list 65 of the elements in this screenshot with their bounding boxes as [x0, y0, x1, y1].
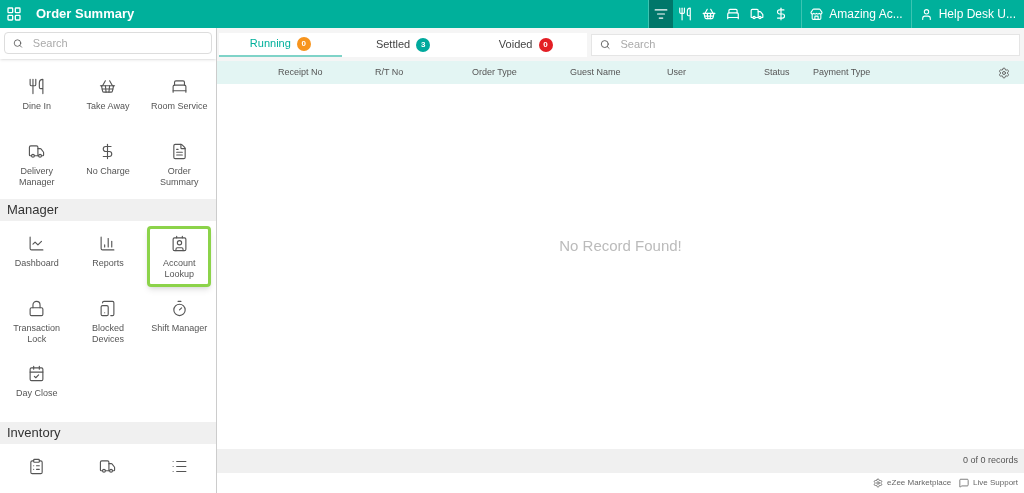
search-icon	[13, 37, 23, 49]
search-field[interactable]: Search	[620, 36, 1011, 53]
menu-tile[interactable]: Account Lookup	[147, 226, 212, 287]
fork-knife-icon	[28, 78, 46, 95]
menu-tile[interactable]: Reports	[76, 226, 140, 276]
bed-icon	[170, 78, 188, 95]
column-header: Order Type	[472, 65, 518, 79]
line-chart-icon	[28, 235, 46, 252]
truck-icon	[28, 143, 46, 160]
page-title: Order Summary	[36, 5, 135, 24]
section-header: Inventory	[0, 422, 216, 444]
apps-grid-icon[interactable]	[6, 6, 22, 22]
device-icon	[99, 300, 117, 317]
column-header: Payment Type	[813, 65, 872, 79]
menu-tile[interactable]: Order Summary	[147, 134, 212, 195]
count-badge: 3	[416, 37, 431, 52]
sidebar-search-box[interactable]: Search	[4, 32, 212, 54]
record-count: 0 of 0 records	[962, 454, 1018, 468]
menu-tile[interactable]: Shift Manager	[147, 291, 212, 341]
column-header: R/T No	[375, 65, 405, 79]
column-header: Guest Name	[570, 65, 622, 79]
list-icon	[170, 458, 188, 475]
count-badge: 0	[538, 37, 553, 52]
menu-tile[interactable]: Take Away	[76, 69, 140, 119]
truck-icon	[99, 458, 117, 475]
stopwatch-icon	[170, 300, 188, 317]
sort-icon	[654, 7, 669, 21]
column-header: Status	[764, 65, 791, 79]
contact-card-icon	[170, 235, 188, 252]
bed-icon	[726, 7, 741, 21]
settings-icon[interactable]	[998, 66, 1010, 79]
empty-message: No Record Found!	[559, 236, 682, 257]
menu-tile[interactable]: Transaction Lock	[4, 291, 69, 352]
search-box[interactable]: Search	[591, 33, 1020, 56]
menu-tile[interactable]: Room Service	[147, 69, 212, 119]
footer-link[interactable]: eZee Marketplace	[873, 477, 952, 489]
footer-link[interactable]: Live Support	[959, 477, 1018, 489]
column-header: User	[667, 65, 687, 79]
sidebar-search-field[interactable]: Search	[32, 34, 203, 52]
menu-tile[interactable]: Delivery Manager	[4, 134, 69, 195]
sort-button[interactable]	[649, 0, 674, 28]
menu-tile[interactable]: Day Close	[4, 356, 69, 406]
count-badge: 0	[296, 36, 311, 51]
user-icon	[919, 7, 933, 21]
clipboard-icon	[28, 458, 46, 475]
chat-icon	[959, 478, 970, 488]
lock-icon	[28, 300, 46, 317]
search-icon	[600, 39, 611, 50]
section-header: Manager	[0, 199, 216, 221]
menu-tile[interactable]: Blocked Devices	[76, 291, 140, 352]
menu-tile[interactable]: No Charge	[76, 134, 140, 184]
document-icon	[170, 143, 188, 160]
store-icon	[810, 7, 824, 21]
column-header: Receipt No	[278, 65, 324, 79]
fork-knife-icon	[678, 7, 693, 21]
truck-icon	[750, 7, 765, 21]
status-tab[interactable]: Settled 3	[341, 32, 465, 57]
basket-icon	[702, 7, 717, 21]
basket-icon	[99, 78, 117, 95]
bar-chart-icon	[99, 235, 117, 252]
menu-tile[interactable]: Dine In	[4, 69, 69, 119]
menu-tile[interactable]: Dashboard	[4, 226, 69, 276]
status-tab[interactable]: Voided 0	[464, 32, 587, 57]
calendar-icon	[28, 365, 46, 382]
gear-icon	[873, 478, 884, 488]
